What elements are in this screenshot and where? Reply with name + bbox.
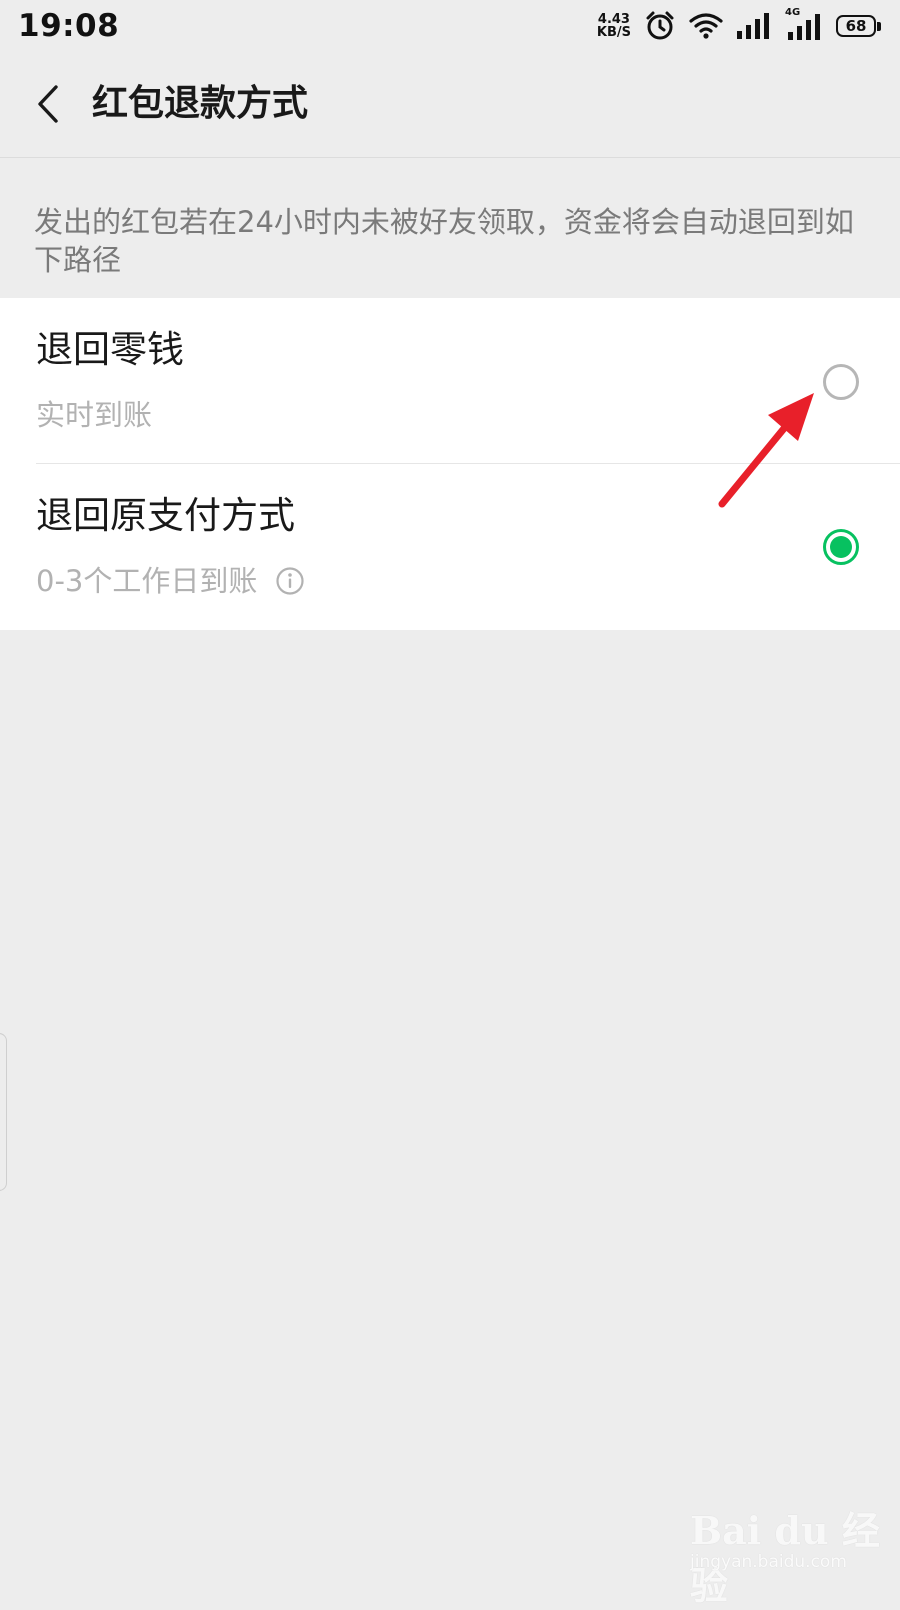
alarm-icon [644,10,676,42]
option-return-to-original-payment[interactable]: 退回原支付方式 0-3个工作日到账 [0,464,900,630]
battery-tip [877,22,881,31]
refund-options: 退回零钱 实时到账 退回原支付方式 0-3个工作日到账 [0,298,900,630]
network-speed: 4.43 KB/S [597,13,631,39]
option-return-to-balance[interactable]: 退回零钱 实时到账 [0,298,900,464]
refund-description: 发出的红包若在24小时内未被好友领取，资金将会自动退回到如下路径 [34,205,854,277]
option-title: 退回零钱 [36,328,184,371]
nav-bar: 红包退款方式 [0,52,900,158]
battery-icon: 68 [836,14,882,38]
option-title: 退回原支付方式 [36,494,295,537]
battery-level: 68 [836,15,876,37]
page-title: 红包退款方式 [92,83,309,124]
status-time: 19:08 [18,8,120,44]
wifi-icon [689,12,723,40]
edge-handle[interactable] [0,1033,7,1191]
option-subtitle: 0-3个工作日到账 [36,562,305,600]
option-subtitle: 实时到账 [36,396,152,434]
chevron-left-icon [38,85,58,123]
status-icons: 4.43 KB/S 4G 68 [597,7,882,42]
status-bar: 19:08 4.43 KB/S 4G 68 [0,0,900,52]
back-button[interactable] [26,78,70,130]
option-subtitle-text: 实时到账 [36,398,153,432]
signal-icon [736,12,772,40]
signal-4g-icon: 4G [785,7,823,41]
radio-dot [830,536,852,558]
option-subtitle-text: 0-3个工作日到账 [36,564,258,598]
info-icon[interactable] [275,566,305,596]
network-speed-unit: KB/S [596,25,631,40]
radio-button-selected[interactable] [823,529,859,565]
radio-button-unselected[interactable] [823,364,859,400]
watermark-url: jingyan.baidu.com [690,1552,847,1572]
network-type: 4G [785,7,801,18]
baidu-jingyan-watermark: Bai du 经验 jingyan.baidu.com [690,1500,880,1608]
